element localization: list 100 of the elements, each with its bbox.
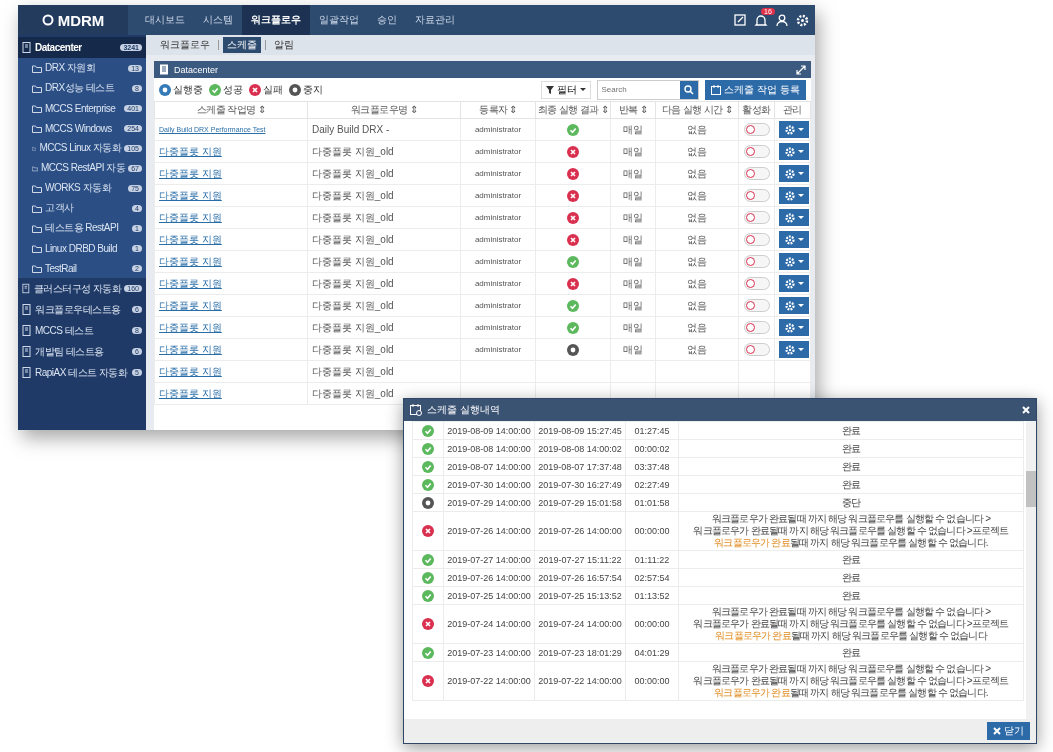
bell-icon	[754, 13, 768, 27]
nav-tab[interactable]: 일괄작업	[310, 5, 368, 35]
expand-icon	[796, 64, 806, 75]
table-cell: 00:00:00	[625, 661, 679, 701]
column-header[interactable]: 스케줄 작업명 ⇕	[154, 101, 308, 119]
column-header[interactable]: 등록자 ⇕	[460, 101, 536, 119]
toggle-switch[interactable]	[743, 343, 770, 356]
legend-label: 실행중	[173, 82, 203, 97]
toggle-switch[interactable]	[743, 211, 770, 224]
nav-tab[interactable]: 시스템	[194, 5, 242, 35]
toggle-switch[interactable]	[743, 233, 770, 246]
table-cell: 없음	[655, 162, 739, 185]
subtab[interactable]: 스케줄	[223, 37, 261, 53]
gear-icon	[784, 322, 795, 333]
table-cell: 2019-08-08 14:00:00	[443, 439, 535, 458]
gear-menu-button[interactable]	[779, 297, 809, 314]
close-icon	[1022, 406, 1030, 414]
table-cell: 다중플롯 지원_old	[307, 338, 461, 361]
table-cell: 없음	[655, 272, 739, 295]
table-cell: 매일	[610, 228, 656, 251]
search-field[interactable]: Search	[597, 79, 700, 100]
gear-icon	[784, 190, 795, 201]
table-cell: 2019-07-27 15:11:22	[534, 550, 626, 569]
toggle-switch[interactable]	[743, 277, 770, 290]
column-header[interactable]: 반복 ⇕	[610, 101, 656, 119]
message-text: 워크플로우가 완료될때 까지 해당 워크플로우를 실행할 수 없습니다 >프로젝트	[692, 525, 1010, 537]
gear-menu-button[interactable]	[779, 165, 809, 182]
gear-menu-button[interactable]	[779, 121, 809, 138]
caret-icon	[797, 150, 804, 153]
message-text: 완료	[840, 424, 862, 437]
gear-menu-button[interactable]	[779, 187, 809, 204]
table-cell: 다중플롯 지원_old	[307, 184, 461, 207]
gear-menu-button[interactable]	[779, 341, 809, 358]
table-cell: administrator	[460, 140, 536, 163]
table-cell: 다중플롯 지원_old	[307, 250, 461, 273]
close-dialog-button[interactable]: 닫기	[987, 722, 1030, 740]
toggle-switch[interactable]	[743, 255, 770, 268]
table-cell: 2019-07-23 18:01:29	[534, 643, 626, 662]
table-cell: administrator	[460, 162, 536, 185]
search-button[interactable]	[680, 80, 699, 99]
column-header[interactable]: 다음 실행 시간 ⇕	[655, 101, 739, 119]
table-cell: 매일	[610, 338, 656, 361]
table-cell: 00:00:02	[625, 439, 679, 458]
caret-icon	[797, 282, 804, 285]
nav-tab[interactable]: 워크플로우	[242, 5, 310, 35]
add-schedule-button[interactable]: 스케줄 작업 등록	[705, 79, 806, 100]
table-cell: administrator	[460, 272, 536, 295]
message-text: 워크플로우가 완료될때 까지 해당 워크플로우를 실행할 수 없습니다 >	[710, 513, 992, 525]
table-cell: 2019-08-07 17:37:48	[534, 457, 626, 476]
gear-menu-button[interactable]	[779, 143, 809, 160]
document-icon	[22, 346, 32, 357]
subtab[interactable]: 워크플로우	[156, 37, 214, 53]
toggle-switch[interactable]	[743, 167, 770, 180]
gear-menu-button[interactable]	[779, 319, 809, 336]
column-header[interactable]: 활성화	[738, 101, 775, 119]
nav-tab[interactable]: 대시보드	[136, 5, 194, 35]
gear-menu-button[interactable]	[779, 253, 809, 270]
document-icon	[22, 304, 32, 315]
filter-button[interactable]: 필터	[541, 80, 592, 99]
table-cell: 없음	[655, 294, 739, 317]
table-cell: 04:01:29	[625, 643, 679, 662]
document-icon	[22, 325, 32, 336]
table-cell: 매일	[610, 294, 656, 317]
table-cell: 매일	[610, 316, 656, 339]
table-cell: administrator	[460, 294, 536, 317]
gear-icon	[784, 256, 795, 267]
document-icon	[22, 367, 32, 378]
table-cell: 2019-07-25 15:13:52	[534, 586, 626, 605]
user-icon	[776, 13, 788, 27]
folder-icon	[32, 182, 42, 194]
column-header[interactable]: 최종 실행 결과 ⇕	[535, 101, 611, 119]
folder-icon	[32, 122, 42, 134]
column-header[interactable]: 워크플로우명 ⇕	[307, 101, 461, 119]
subtab[interactable]: 알림	[270, 37, 298, 53]
close-button[interactable]	[1022, 406, 1030, 414]
table-cell: administrator	[460, 206, 536, 229]
gear-menu-button[interactable]	[779, 209, 809, 226]
table-cell: 03:37:48	[625, 457, 679, 476]
toggle-switch[interactable]	[743, 189, 770, 202]
gear-menu-button[interactable]	[779, 231, 809, 248]
caret-icon	[797, 128, 804, 131]
gear-menu-button[interactable]	[779, 275, 809, 292]
table-cell: 다중플롯 지원_old	[307, 206, 461, 229]
table-cell: 다중플롯 지원_old	[307, 294, 461, 317]
message-text: 워크플로우가 완료될때 까지 해당 워크플로우를 실행할 수 없습니다 >	[710, 606, 992, 618]
table-cell: 02:57:54	[625, 568, 679, 587]
toggle-switch[interactable]	[743, 123, 770, 136]
column-header[interactable]: 관리	[774, 101, 811, 119]
toggle-switch[interactable]	[743, 299, 770, 312]
table-cell: administrator	[460, 250, 536, 273]
gear-icon	[784, 124, 795, 135]
document-icon	[22, 42, 32, 53]
toggle-switch[interactable]	[743, 321, 770, 334]
nav-tab[interactable]: 자료관리	[406, 5, 464, 35]
toggle-switch[interactable]	[743, 145, 770, 158]
scrollbar[interactable]	[1026, 421, 1036, 719]
table-cell: 다중플롯 지원_old	[307, 272, 461, 295]
nav-tab[interactable]: 승인	[368, 5, 406, 35]
caret-icon	[797, 216, 804, 219]
table-cell: 없음	[655, 118, 739, 141]
